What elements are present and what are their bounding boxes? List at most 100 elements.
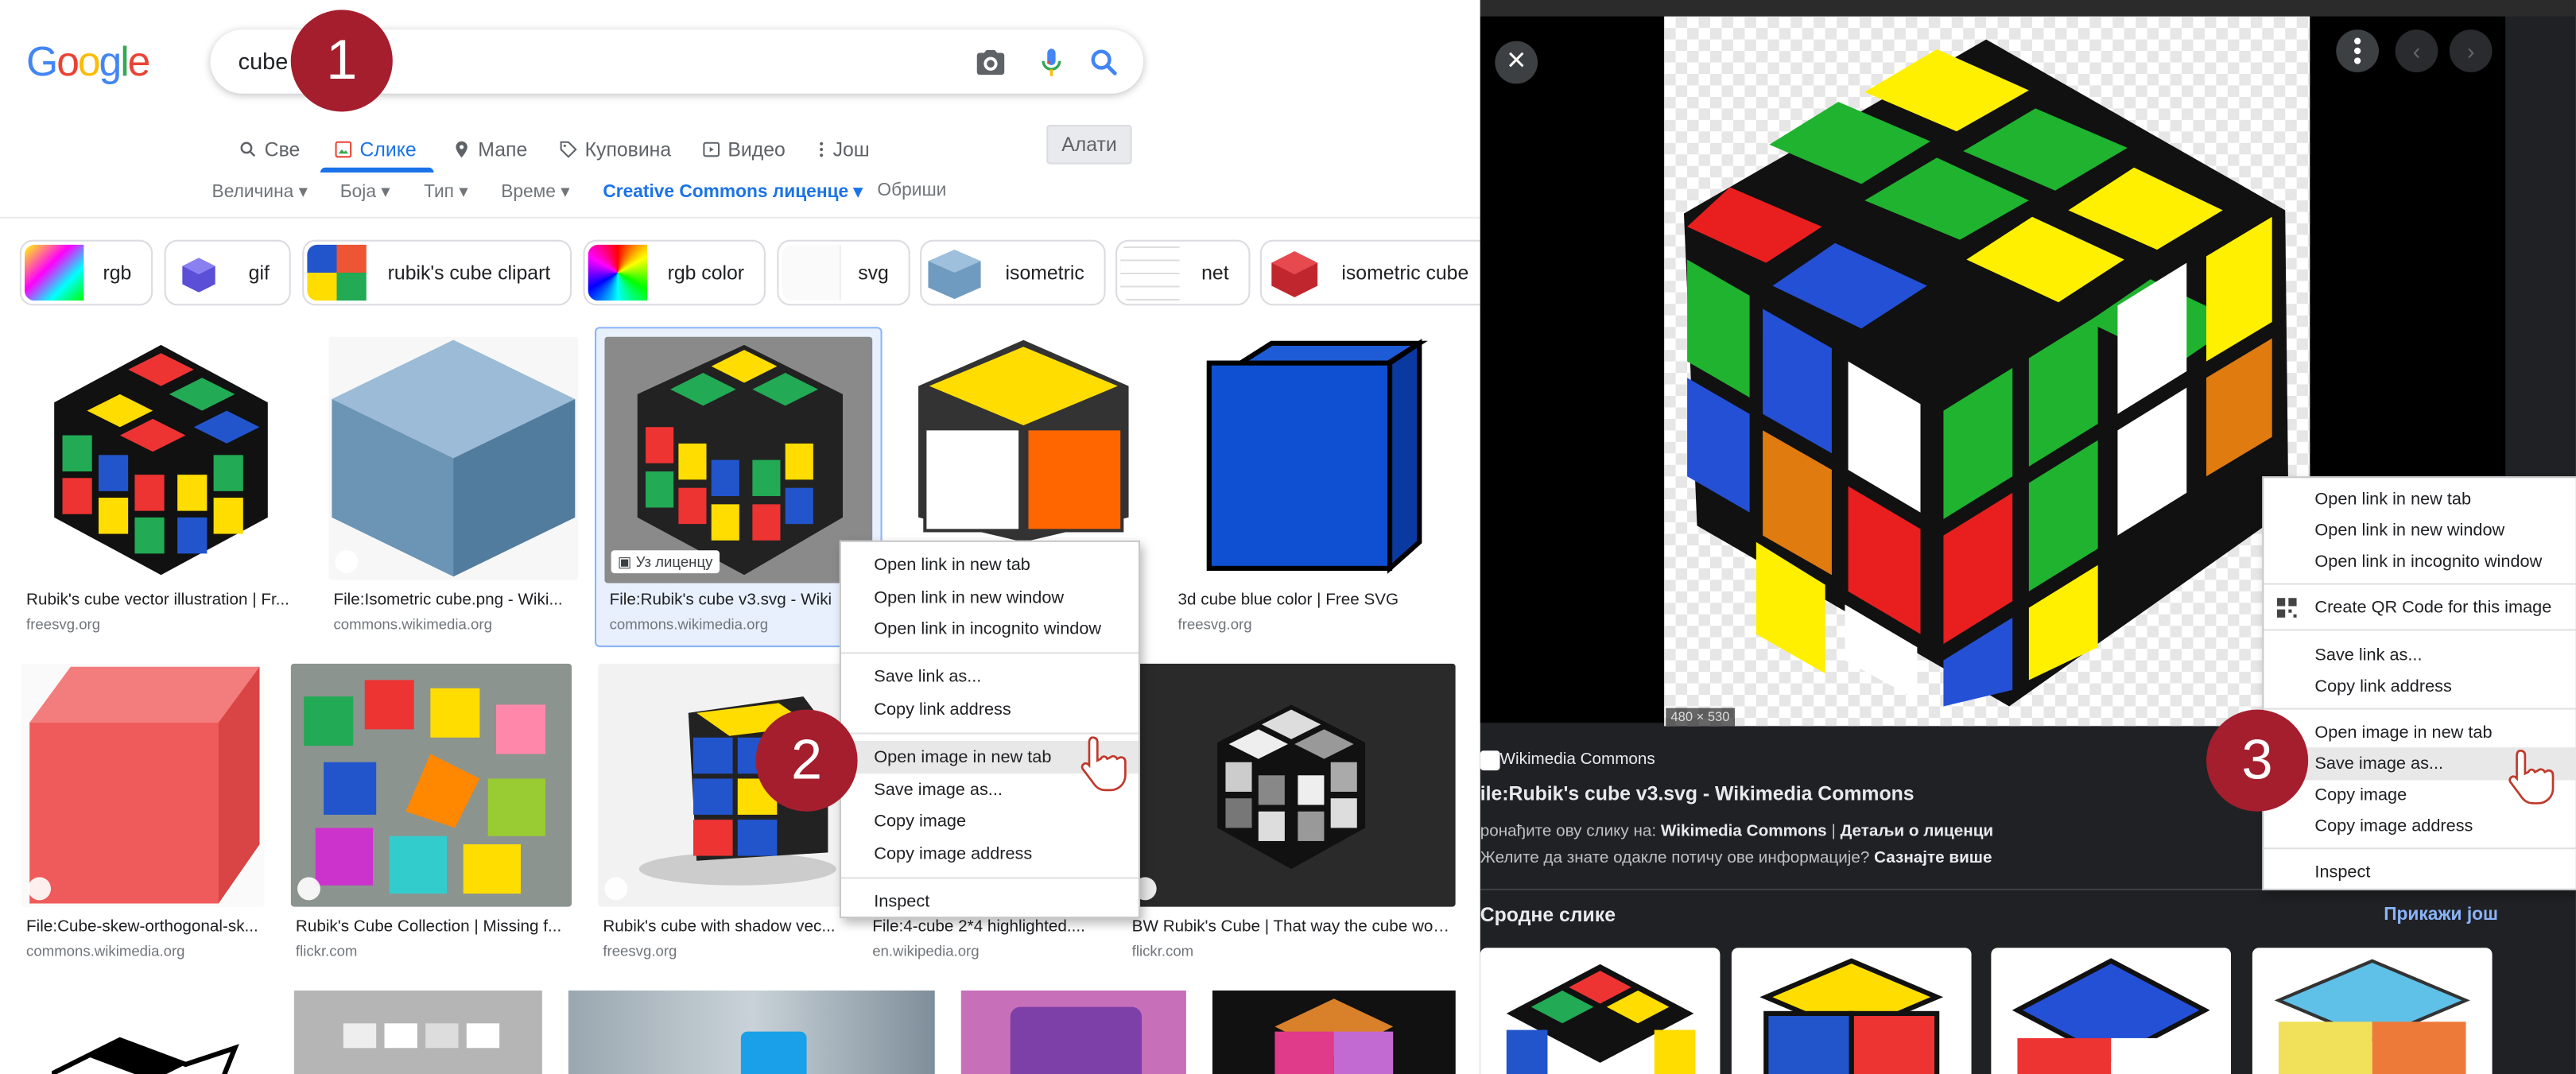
image-result[interactable] xyxy=(293,990,542,1074)
chip-rubiks-cube-clipart[interactable]: rubik's cube clipart xyxy=(302,239,572,306)
result-caption[interactable]: Rubik's Cube Collection | Missing f... xyxy=(296,918,572,936)
next-image-button[interactable]: › xyxy=(2449,29,2493,72)
previous-image-button[interactable]: ‹ xyxy=(2395,29,2438,72)
step-marker-3: 3 xyxy=(2206,709,2309,812)
chip-rgb[interactable]: rgb xyxy=(19,239,153,306)
microphone-icon[interactable] xyxy=(1035,46,1068,79)
image-result[interactable] xyxy=(898,336,1150,542)
image-result[interactable]: Rubik's Cube Collection | Missing f... f… xyxy=(290,663,572,967)
menu-item-open-link-new-tab[interactable]: Open link in new tab xyxy=(841,549,1139,581)
tab-shopping[interactable]: Куповина xyxy=(559,131,671,167)
viewer-title[interactable]: ile:Rubik's cube v3.svg - Wikimedia Comm… xyxy=(1480,782,1915,805)
chip-net[interactable]: net xyxy=(1115,239,1251,306)
tab-images[interactable]: Слике xyxy=(333,131,417,167)
tab-maps[interactable]: Мапе xyxy=(452,131,527,167)
filter-label: Величина xyxy=(211,182,294,203)
menu-item-inspect[interactable]: Inspect xyxy=(2264,856,2576,889)
menu-item-copy-image[interactable]: Copy image xyxy=(841,805,1139,837)
preview-image[interactable] xyxy=(1664,16,2310,727)
menu-item-create-qr-code[interactable]: Create QR Code for this image xyxy=(2264,591,2576,624)
search-icon[interactable] xyxy=(1088,46,1120,79)
found-prefix: ронађите ову слику на: xyxy=(1480,823,1657,841)
google-logo[interactable]: Google xyxy=(26,39,150,87)
menu-item-open-image-new-tab[interactable]: Open image in new tab xyxy=(2264,716,2576,749)
result-caption[interactable]: BW Rubik's Cube | That way the cube wou.… xyxy=(1132,918,1454,936)
related-image[interactable] xyxy=(1480,948,1721,1074)
menu-item-inspect[interactable]: Inspect xyxy=(841,886,1139,918)
related-image[interactable] xyxy=(1991,948,2232,1074)
menu-item-open-link-new-window[interactable]: Open link in new window xyxy=(2264,514,2576,547)
related-heading: Сродне слике xyxy=(1480,903,1616,927)
tab-more[interactable]: Још xyxy=(817,131,870,167)
license-details-link[interactable]: Детаљи о лиценци xyxy=(1841,823,1994,841)
chip-label: isometric xyxy=(1005,261,1084,285)
result-source: commons.wikimedia.org xyxy=(26,943,185,960)
image-result[interactable] xyxy=(21,990,268,1074)
search-input[interactable]: cube xyxy=(239,48,289,74)
filter-license[interactable]: Creative Commons лиценце ▾ xyxy=(603,180,863,202)
filter-time[interactable]: Време ▾ xyxy=(501,180,569,202)
image-viewer-panel: 480 × 530 × ‹ › Wikimedia Commons ile:Ru… xyxy=(1480,0,2576,1074)
filter-size[interactable]: Величина ▾ xyxy=(212,180,308,202)
context-menu: Open link in new tab Open link in new wi… xyxy=(839,540,1141,919)
result-thumbnail xyxy=(604,336,873,584)
menu-item-open-link-incognito[interactable]: Open link in incognito window xyxy=(841,613,1139,646)
viewer-top-strip xyxy=(1480,0,2576,17)
image-result[interactable]: 3d cube blue color | Free SVG freesvg.or… xyxy=(1173,336,1456,641)
result-caption[interactable]: File:Rubik's cube v3.svg - Wiki xyxy=(610,591,840,610)
chevron-right-icon: › xyxy=(2466,37,2475,64)
menu-item-open-link-incognito[interactable]: Open link in incognito window xyxy=(2264,545,2576,578)
menu-item-save-link-as[interactable]: Save link as... xyxy=(841,661,1139,693)
menu-item-open-link-new-tab[interactable]: Open link in new tab xyxy=(2264,483,2576,515)
tools-button[interactable]: Алати xyxy=(1046,125,1132,165)
image-result[interactable]: Rubik's cube vector illustration | Fr...… xyxy=(21,336,303,641)
chip-isometric-cube[interactable]: isometric cube xyxy=(1259,239,1480,306)
related-image[interactable] xyxy=(1731,948,1972,1074)
chip-label: rgb color xyxy=(667,261,745,285)
image-result[interactable]: BW Rubik's Cube | That way the cube wou.… xyxy=(1127,663,1456,967)
image-result[interactable] xyxy=(568,990,935,1074)
chip-svg[interactable]: svg xyxy=(777,239,910,306)
logo-letter: o xyxy=(56,39,80,86)
filter-clear[interactable]: Обриши xyxy=(877,180,946,200)
chip-rgb-color[interactable]: rgb color xyxy=(583,239,766,306)
chip-isometric[interactable]: isometric xyxy=(920,239,1106,306)
result-caption[interactable]: File:Isometric cube.png - Wiki... xyxy=(333,591,576,610)
result-caption[interactable]: Rubik's cube with shadow vec... xyxy=(603,918,841,936)
filter-label: Боја xyxy=(339,182,376,203)
learn-more-link[interactable]: Сазнајте више xyxy=(1874,849,1992,867)
show-more-link[interactable]: Прикажи још xyxy=(2384,905,2498,925)
chip-thumbnail xyxy=(588,244,648,301)
result-caption[interactable]: File:Cube-skew-orthogonal-sk... xyxy=(26,918,265,936)
menu-item-copy-image-address[interactable]: Copy image address xyxy=(2264,810,2576,843)
image-result[interactable]: File:Cube-skew-orthogonal-sk... commons.… xyxy=(21,663,265,967)
tab-label: Све xyxy=(264,138,301,161)
chip-label: rgb xyxy=(103,261,132,285)
more-options-button[interactable] xyxy=(2336,29,2380,72)
result-caption[interactable]: 3d cube blue color | Free SVG xyxy=(1178,591,1454,610)
result-thumbnail xyxy=(1127,663,1456,907)
menu-item-save-link-as[interactable]: Save link as... xyxy=(2264,639,2576,672)
related-image[interactable] xyxy=(2252,948,2493,1074)
result-caption[interactable]: Rubik's cube vector illustration | Fr... xyxy=(26,591,302,610)
menu-item-copy-image-address[interactable]: Copy image address xyxy=(841,838,1139,870)
result-caption[interactable]: File:4-cube 2*4 highlighted.... xyxy=(872,918,1086,936)
chip-gif[interactable]: gif xyxy=(164,239,291,306)
image-result[interactable] xyxy=(960,990,1186,1074)
image-result[interactable] xyxy=(1212,990,1456,1074)
image-result-selected[interactable]: ▣ Уз лиценцу File:Rubik's cube v3.svg - … xyxy=(604,336,875,641)
tab-all[interactable]: Све xyxy=(239,131,301,167)
menu-item-copy-link-address[interactable]: Copy link address xyxy=(2264,670,2576,703)
chip-thumbnail xyxy=(1265,244,1325,301)
image-result[interactable]: File:Isometric cube.png - Wiki... common… xyxy=(328,336,579,641)
tab-videos[interactable]: Видео xyxy=(701,131,786,167)
menu-item-open-link-new-window[interactable]: Open link in new window xyxy=(841,581,1139,614)
result-thumbnail xyxy=(21,663,265,907)
filter-color[interactable]: Боја ▾ xyxy=(340,180,390,202)
found-site-link[interactable]: Wikimedia Commons xyxy=(1661,823,1827,841)
close-icon[interactable]: × xyxy=(1495,41,1538,84)
logo-letter: l xyxy=(120,39,129,86)
menu-item-copy-link-address[interactable]: Copy link address xyxy=(841,693,1139,726)
camera-icon[interactable] xyxy=(974,46,1007,79)
filter-type[interactable]: Тип ▾ xyxy=(424,180,468,202)
